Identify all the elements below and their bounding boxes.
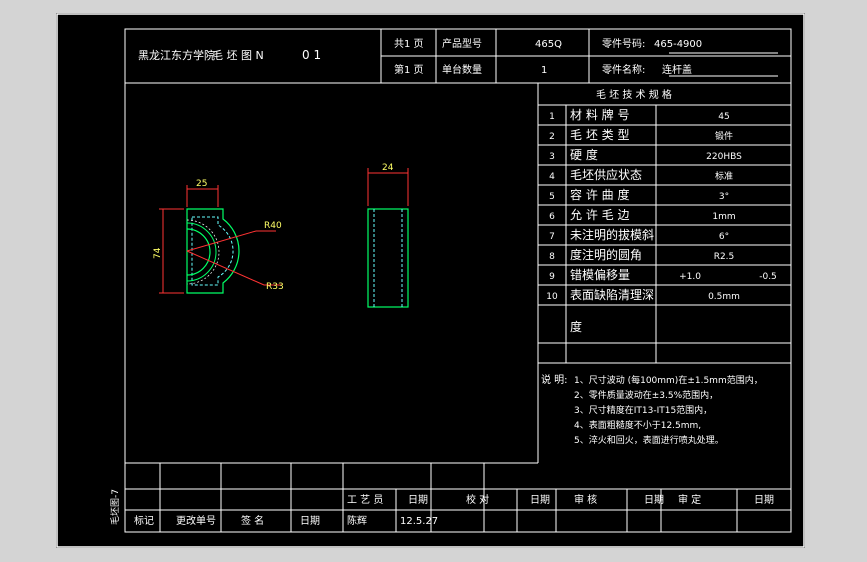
check-label: 校 对 [466, 493, 489, 506]
width-dimension-left: 25 [196, 179, 207, 189]
drawing-title: 毛 坯 图 N [212, 49, 264, 62]
note-line: 4、表面粗糙度不小于12.5mm, [574, 419, 701, 431]
tech-row-number: 4 [549, 172, 555, 182]
tech-row-item: 度注明的圆角 [570, 247, 642, 262]
total-pages: 共1 页 [394, 38, 424, 50]
page-number: 第1 页 [394, 63, 424, 76]
part-name: 连杆盖 [662, 63, 692, 76]
tech-row-number: 2 [549, 132, 555, 142]
front-view-part [186, 208, 240, 294]
notes-label: 说 明: [541, 373, 568, 386]
notes-lines: 1、尺寸波动 (每100mm)在±1.5mm范围内， 2、零件质量波动在±3.5%… [574, 374, 763, 446]
note-line: 2、零件质量波动在±3.5%范围内， [574, 389, 718, 401]
side-view-dimensions [367, 168, 409, 206]
date-label-4: 日期 [754, 494, 774, 506]
part-name-label: 零件名称: [602, 63, 645, 76]
tech-row-item: 度 [570, 319, 582, 334]
approve-label: 审 定 [678, 493, 701, 506]
side-view-part [367, 208, 409, 308]
note-line: 5、淬火和回火，表面进行喷丸处理。 [574, 434, 724, 446]
front-view-dimensions [159, 185, 282, 294]
tech-row-item: 材 料 牌 号 [570, 108, 629, 122]
tech-row-number: 10 [546, 292, 558, 302]
width-dimension-right: 24 [382, 163, 394, 173]
tech-row-number: 3 [549, 152, 555, 162]
drawing-sheet: 黑龙江东方学院 毛 坯 图 N 0 1 共1 页 第1 页 产品型号 单台数量 … [56, 13, 805, 548]
tech-row-number: 6 [549, 212, 555, 222]
product-model: 465Q [535, 39, 562, 50]
signature-label: 签 名 [241, 514, 264, 527]
tech-row-value: 6° [719, 232, 729, 242]
product-model-label: 产品型号 [442, 37, 482, 50]
date-label-5: 日期 [300, 515, 320, 527]
height-dimension-left: 74 [153, 247, 163, 259]
tech-row-value: 锻件 [715, 130, 733, 142]
tech-row-item: 硬 度 [570, 147, 598, 162]
tech-row-number: 7 [549, 232, 555, 242]
sheet-number: 0 1 [302, 48, 321, 62]
drafter-name: 陈辉 [347, 514, 367, 527]
tech-row-value: 标准 [715, 170, 733, 182]
tech-row-value: 3° [719, 192, 729, 202]
quantity: 1 [541, 65, 547, 76]
mark-label: 标记 [134, 515, 154, 527]
note-line: 3、尺寸精度在IT13-IT15范围内， [574, 404, 712, 416]
tech-row-number: 9 [549, 272, 555, 282]
radius-inner-label: R33 [266, 282, 284, 292]
school-name: 黑龙江东方学院 [138, 48, 215, 62]
date-label-1: 日期 [408, 494, 428, 506]
tech-row-item: 容 许 曲 度 [570, 187, 629, 202]
tech-row-item: 毛坯供应状态 [570, 167, 642, 182]
draft-date: 12.5.27 [400, 516, 438, 527]
review-label: 审 核 [574, 493, 597, 506]
side-label: 毛坯图-7 [109, 489, 121, 525]
tech-row-number: 8 [549, 252, 555, 262]
date-label-3: 日期 [644, 494, 664, 506]
date-label-2: 日期 [530, 494, 550, 506]
tech-row-value: 1mm [712, 212, 735, 222]
tech-row-number: 1 [549, 112, 555, 122]
tech-row-value: +1.0 [679, 272, 701, 282]
tech-table-rows: 1 材 料 牌 号 45 2 毛 坯 类 型 锻件 3 硬 度 220HBS 4 毛坯供应状态 标准 5… [546, 108, 777, 334]
tech-row-item: 毛 坯 类 型 [570, 128, 629, 142]
tech-row-value: R2.5 [714, 252, 735, 262]
radius-outer-label: R40 [264, 221, 282, 231]
tech-row-value: 220HBS [706, 152, 742, 162]
part-number: 465-4900 [654, 39, 702, 50]
quantity-label: 单台数量 [442, 63, 482, 76]
cad-drawing: 黑龙江东方学院 毛 坯 图 N 0 1 共1 页 第1 页 产品型号 单台数量 … [56, 13, 805, 548]
tech-row-item: 表面缺陷清理深 [570, 287, 654, 302]
note-line: 1、尺寸波动 (每100mm)在±1.5mm范围内， [574, 374, 763, 386]
tech-table-header: 毛 坯 技 术 规 格 [596, 88, 672, 101]
tech-row-number: 5 [549, 192, 555, 202]
part-number-label: 零件号码: [602, 38, 645, 50]
tech-row-value: 45 [718, 112, 729, 122]
tech-row-item: 允 许 毛 边 [570, 207, 629, 222]
tech-row-item: 错模偏移量 [570, 267, 630, 282]
tech-row-value-2: -0.5 [759, 272, 777, 282]
tech-row-value: 0.5mm [708, 292, 740, 302]
change-no-label: 更改单号 [176, 514, 216, 527]
process-label: 工 艺 员 [347, 494, 383, 506]
tech-row-item: 未注明的拔模斜 [570, 227, 654, 242]
